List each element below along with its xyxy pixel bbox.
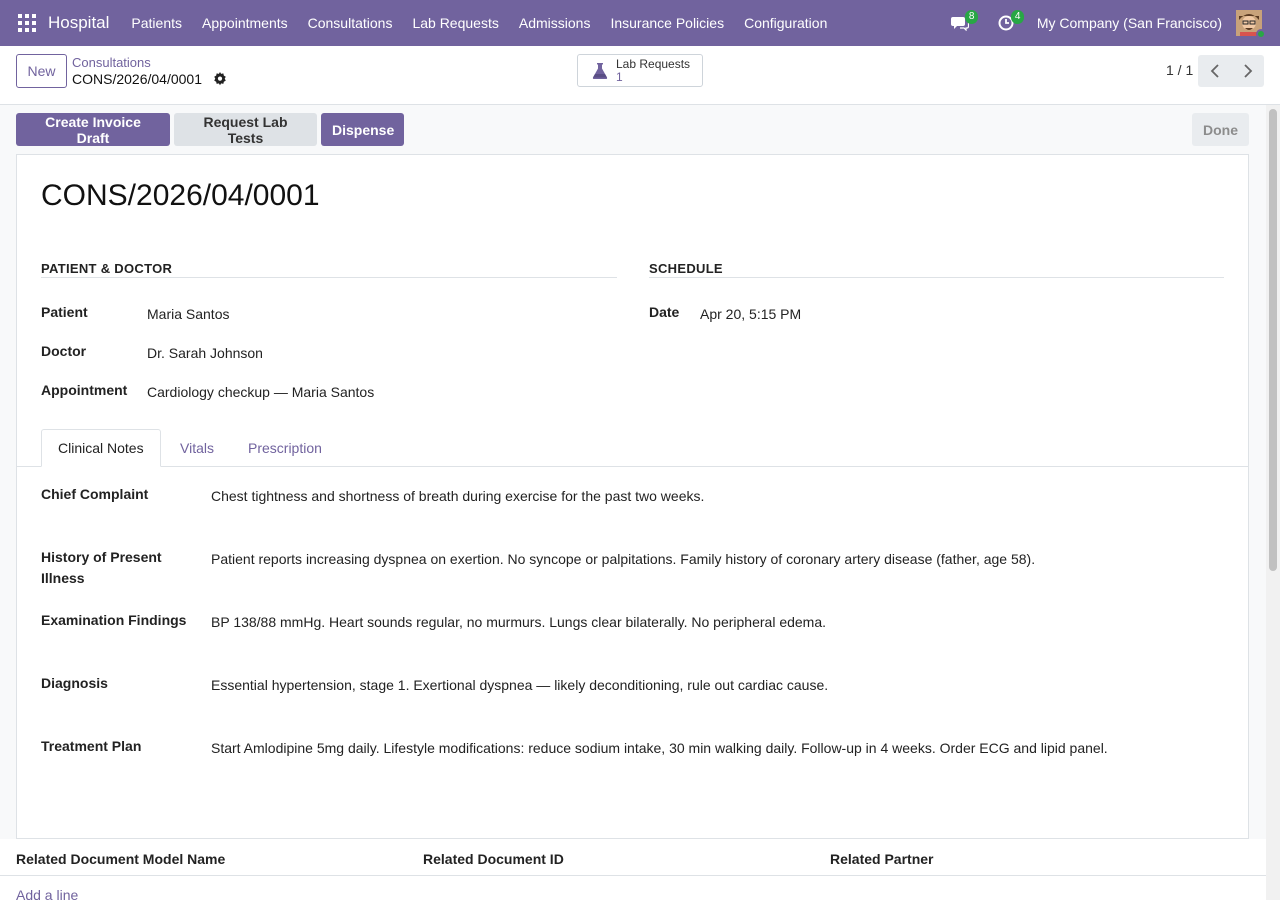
table-header-divider	[0, 875, 1266, 876]
pager-next-button[interactable]	[1231, 55, 1264, 87]
dispense-button[interactable]: Dispense	[321, 113, 404, 146]
user-avatar[interactable]	[1236, 10, 1266, 39]
column-header-document-id[interactable]: Related Document ID	[423, 851, 564, 867]
chief-complaint-label: Chief Complaint	[41, 486, 149, 502]
diagnosis-field[interactable]: Essential hypertension, stage 1. Exertio…	[211, 675, 828, 696]
doctor-label: Doctor	[41, 343, 87, 359]
examination-findings-field[interactable]: BP 138/88 mmHg. Heart sounds regular, no…	[211, 612, 826, 633]
date-label: Date	[649, 304, 680, 320]
menu-appointments[interactable]: Appointments	[192, 15, 298, 31]
tab-prescription[interactable]: Prescription	[232, 429, 338, 467]
breadcrumb-parent-link[interactable]: Consultations	[72, 55, 151, 70]
pager-previous-button[interactable]	[1198, 55, 1231, 87]
breadcrumb-current: CONS/2026/04/0001	[72, 71, 202, 87]
chevron-left-icon	[1210, 64, 1219, 78]
schedule-group-title: SCHEDULE	[649, 261, 723, 276]
appointment-field[interactable]: Cardiology checkup — Maria Santos	[147, 384, 374, 400]
pager-value[interactable]: 1 / 1	[1166, 62, 1193, 78]
tab-clinical-notes[interactable]: Clinical Notes	[41, 429, 161, 467]
doctor-field[interactable]: Dr. Sarah Johnson	[147, 345, 263, 361]
gear-icon[interactable]	[213, 72, 227, 86]
chief-complaint-field[interactable]: Chest tightness and shortness of breath …	[211, 486, 704, 507]
control-panel: New Consultations CONS/2026/04/0001 Lab …	[0, 46, 1280, 105]
form-sheet: CONS/2026/04/0001 PATIENT & DOCTOR SCHED…	[16, 154, 1249, 839]
activities-badge: 4	[1010, 10, 1025, 24]
new-button[interactable]: New	[16, 54, 67, 88]
create-invoice-draft-button[interactable]: Create Invoice Draft	[16, 113, 170, 146]
date-field[interactable]: Apr 20, 5:15 PM	[700, 306, 801, 322]
menu-consultations[interactable]: Consultations	[298, 15, 403, 31]
top-navbar: Hospital Patients Appointments Consultat…	[0, 0, 1280, 46]
related-documents-section	[0, 839, 1266, 900]
group-divider	[649, 277, 1224, 278]
record-title: CONS/2026/04/0001	[41, 179, 320, 212]
menu-admissions[interactable]: Admissions	[509, 15, 601, 31]
lab-requests-smart-button[interactable]: Lab Requests 1	[577, 54, 703, 87]
patient-field[interactable]: Maria Santos	[147, 306, 229, 322]
smart-button-count: 1	[616, 69, 623, 84]
messages-badge: 8	[964, 10, 979, 24]
column-header-model-name[interactable]: Related Document Model Name	[16, 851, 225, 867]
history-field[interactable]: Patient reports increasing dyspnea on ex…	[211, 549, 1035, 570]
history-label: History of Present Illness	[41, 549, 162, 586]
activities-button[interactable]: 4	[991, 0, 1025, 46]
diagnosis-label: Diagnosis	[41, 675, 108, 691]
request-lab-tests-button[interactable]: Request Lab Tests	[174, 113, 317, 146]
form-view: Create Invoice Draft Request Lab Tests D…	[0, 105, 1266, 900]
menu-lab-requests[interactable]: Lab Requests	[402, 15, 508, 31]
treatment-plan-label: Treatment Plan	[41, 738, 142, 754]
done-status-button[interactable]: Done	[1192, 113, 1249, 146]
app-brand[interactable]: Hospital	[48, 13, 109, 33]
menu-patients[interactable]: Patients	[121, 15, 192, 31]
group-divider	[41, 277, 617, 278]
menu-insurance-policies[interactable]: Insurance Policies	[600, 15, 734, 31]
examination-findings-label: Examination Findings	[41, 612, 187, 628]
smart-button-label: Lab Requests	[616, 56, 691, 71]
company-switcher[interactable]: My Company (San Francisco)	[1037, 15, 1222, 31]
tab-vitals[interactable]: Vitals	[164, 429, 230, 467]
flask-icon	[592, 62, 608, 79]
appointment-label: Appointment	[41, 382, 128, 398]
messages-button[interactable]: 8	[945, 0, 979, 46]
patient-doctor-group-title: PATIENT & DOCTOR	[41, 261, 173, 276]
apps-menu-icon[interactable]	[18, 14, 36, 32]
add-a-line-link[interactable]: Add a line	[16, 887, 78, 900]
treatment-plan-field[interactable]: Start Amlodipine 5mg daily. Lifestyle mo…	[211, 738, 1108, 759]
online-status-dot	[1256, 29, 1266, 39]
vertical-scrollbar[interactable]	[1266, 105, 1280, 900]
column-header-partner[interactable]: Related Partner	[830, 851, 933, 867]
patient-label: Patient	[41, 304, 88, 320]
chevron-right-icon	[1243, 64, 1252, 78]
scrollbar-thumb[interactable]	[1269, 109, 1277, 571]
menu-configuration[interactable]: Configuration	[734, 15, 837, 31]
